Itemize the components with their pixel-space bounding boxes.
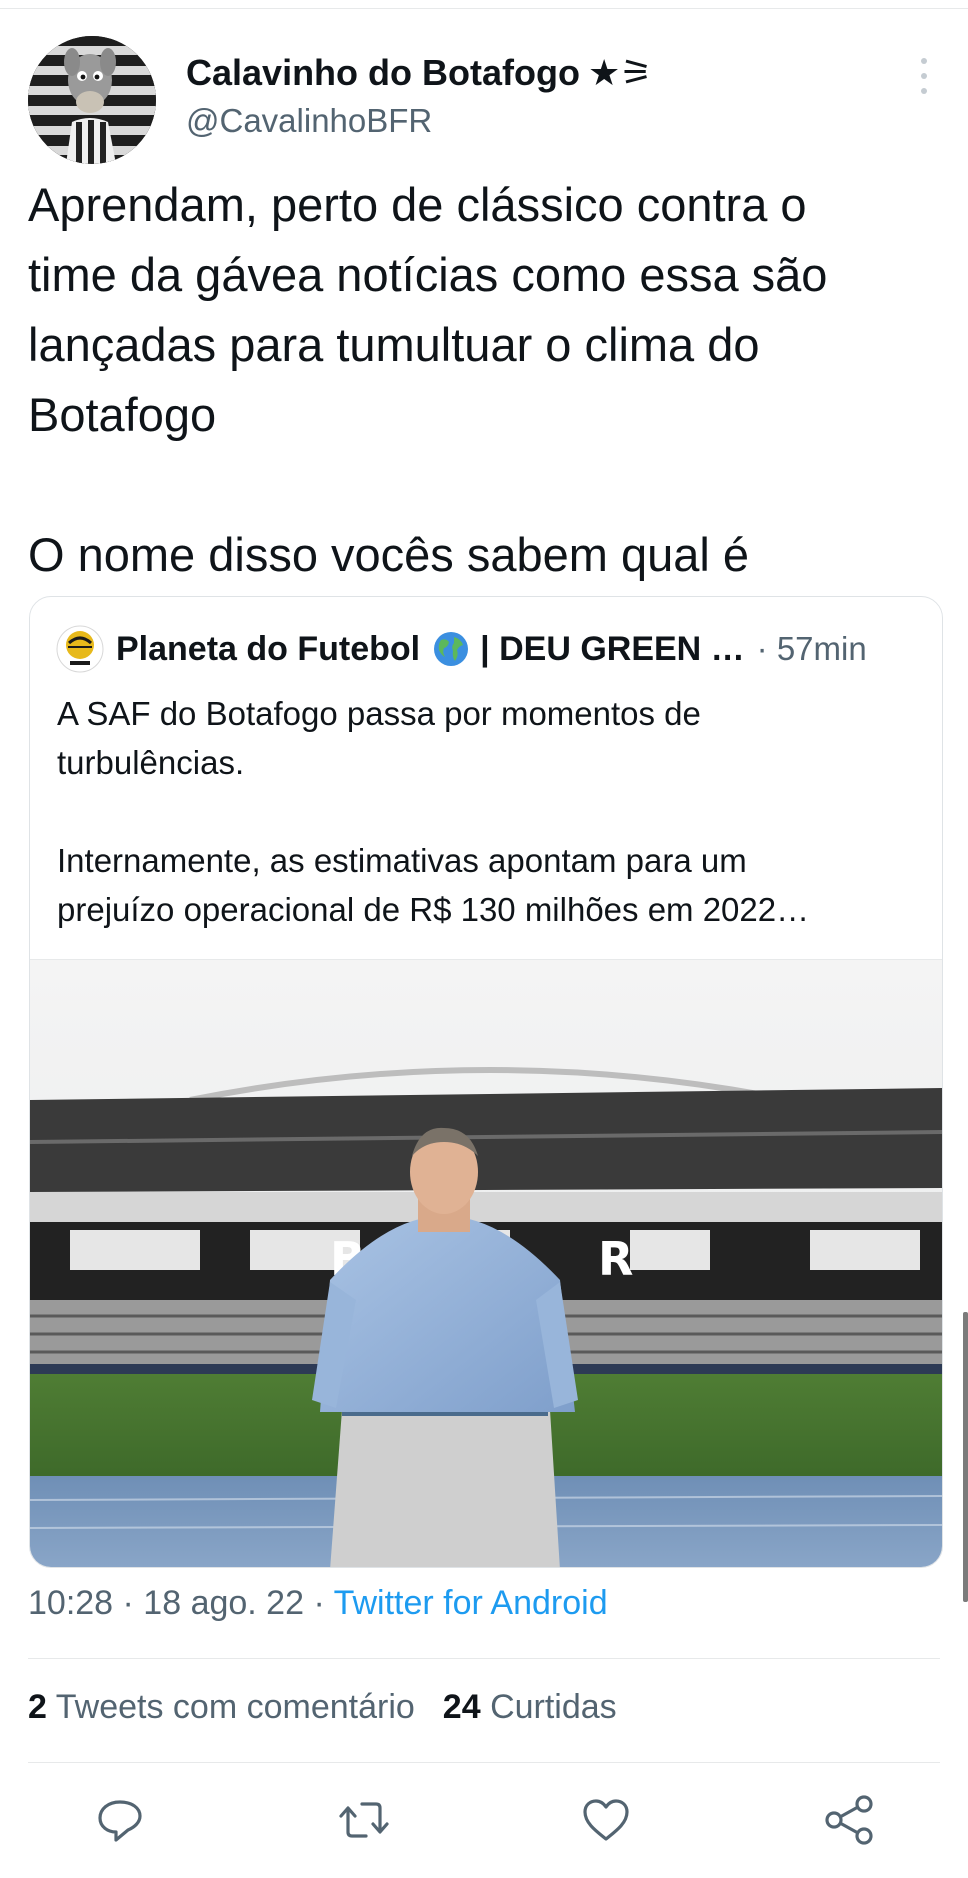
reply-icon: [98, 1800, 142, 1842]
author-badge: ★⚞: [587, 52, 653, 93]
share-icon: [825, 1795, 873, 1845]
tweet-timestamp: 10:28 · 18 ago. 22 ·: [28, 1584, 334, 1622]
divider: [28, 1762, 940, 1763]
more-options-icon[interactable]: [914, 58, 934, 94]
retweet-icon: [339, 1802, 389, 1838]
more-dot: [921, 73, 927, 79]
author-info[interactable]: Calavinho do Botafogo ★⚞ @CavalinhoBFR: [186, 52, 653, 140]
quoted-tweet-text: A SAF do Botafogo passa por momentos de …: [57, 695, 810, 928]
author-name-row: Calavinho do Botafogo ★⚞: [186, 52, 653, 94]
likes-count: 24: [442, 1688, 481, 1726]
tweet-header: Calavinho do Botafogo ★⚞ @CavalinhoBFR: [28, 36, 940, 166]
quoted-tweet-image[interactable]: B R: [30, 959, 942, 1567]
quoted-author-name-suffix: | DEU GREEN …: [480, 629, 745, 668]
reply-button[interactable]: [92, 1792, 148, 1848]
quoted-tweet-time: · 57min: [756, 630, 867, 667]
tweet-text: Aprendam, perto de clássico contra o tim…: [28, 178, 828, 581]
more-dot: [921, 88, 927, 94]
quoted-author-avatar[interactable]: [56, 625, 104, 673]
likes-stat[interactable]: 24 Curtidas: [443, 1688, 617, 1726]
scrollbar[interactable]: [963, 1312, 968, 1602]
tweet-stats: 2 Tweets com comentário 24 Curtidas: [28, 1688, 617, 1727]
heart-icon: [583, 1799, 629, 1841]
tweet-meta: 10:28 · 18 ago. 22 · Twitter for Android: [28, 1584, 608, 1623]
like-button[interactable]: [578, 1792, 634, 1848]
stadium-photo: B R: [30, 960, 942, 1567]
avatar-image: [28, 36, 156, 164]
more-dot: [921, 58, 927, 64]
quoted-tweet[interactable]: Planeta do Futebol | DEU GREEN … · 57min…: [29, 596, 943, 1568]
likes-label: Curtidas: [490, 1688, 617, 1726]
top-divider: [0, 8, 968, 9]
globe-icon: [434, 632, 469, 666]
quoted-author-name: Planeta do Futebol: [116, 629, 421, 668]
author-handle: @CavalinhoBFR: [186, 102, 433, 139]
tweet-source-link[interactable]: Twitter for Android: [334, 1584, 608, 1622]
quote-tweets-count: 2: [28, 1688, 47, 1726]
tweet-actions: [0, 1788, 968, 1848]
retweet-button[interactable]: [336, 1792, 392, 1848]
author-avatar[interactable]: [28, 36, 156, 164]
svg-text:R: R: [598, 1232, 633, 1286]
share-button[interactable]: [822, 1792, 878, 1848]
divider: [28, 1658, 940, 1659]
quote-tweets-label: Tweets com comentário: [55, 1688, 415, 1726]
quote-tweets-stat[interactable]: 2 Tweets com comentário: [28, 1688, 415, 1726]
author-name: Calavinho do Botafogo: [186, 52, 580, 93]
quoted-tweet-header: Planeta do Futebol | DEU GREEN … · 57min: [56, 625, 926, 673]
